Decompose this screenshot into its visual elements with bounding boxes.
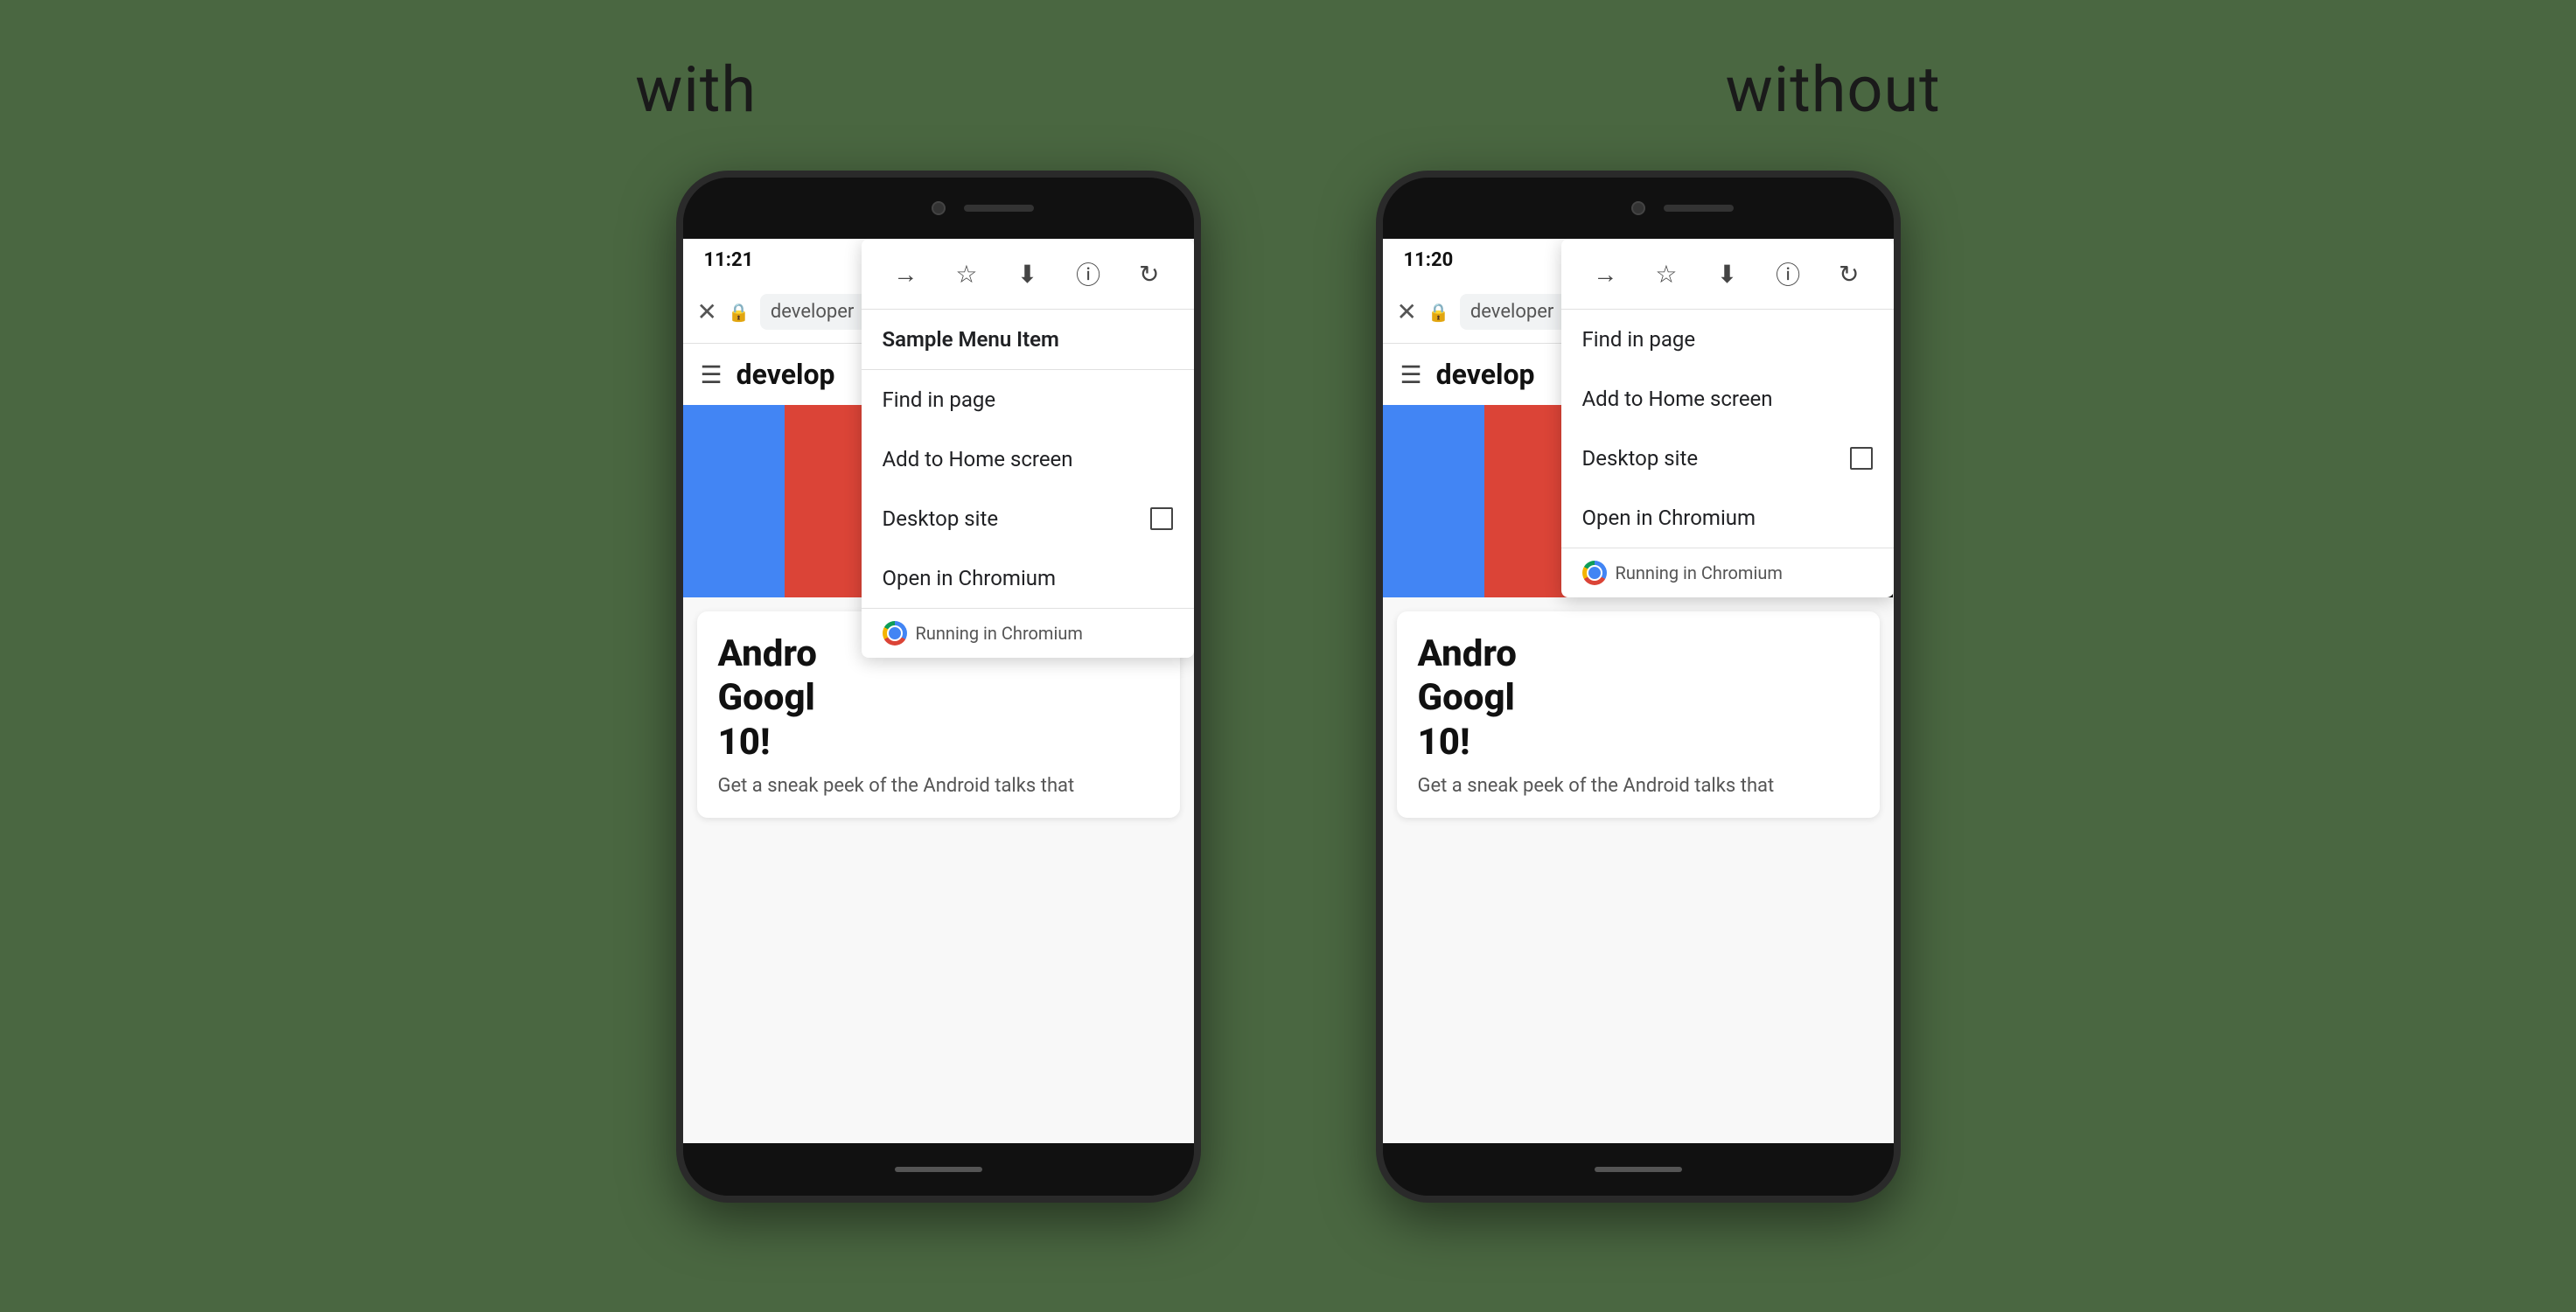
sample-menu-item[interactable]: Sample Menu Item — [862, 310, 1194, 369]
home-indicator-without — [1595, 1167, 1682, 1172]
time-without: 11:20 — [1404, 249, 1454, 271]
running-info-with: Running in Chromium — [862, 608, 1194, 658]
bar-blue-with — [683, 405, 785, 597]
add-to-home-with[interactable]: Add to Home screen — [862, 429, 1194, 489]
find-in-page-with[interactable]: Find in page — [862, 370, 1194, 429]
forward-icon-with[interactable]: → — [886, 255, 925, 293]
article-heading-without: Andro Googl 10! — [1418, 632, 1859, 764]
phone-bottom-with — [683, 1143, 1194, 1196]
open-in-chromium-without[interactable]: Open in Chromium — [1561, 488, 1894, 548]
page-title-without: develop — [1436, 358, 1535, 391]
phone-top-bar-without — [1383, 178, 1894, 239]
speaker-without — [1664, 205, 1734, 212]
with-label: with — [635, 52, 757, 127]
desktop-site-without[interactable]: Desktop site — [1561, 429, 1894, 488]
running-info-without: Running in Chromium — [1561, 548, 1894, 597]
desktop-site-checkbox-with[interactable] — [1150, 507, 1173, 530]
add-to-home-without[interactable]: Add to Home screen — [1561, 369, 1894, 429]
article-sub-with: Get a sneak peek of the Android talks th… — [718, 775, 1159, 797]
without-label: without — [1726, 52, 1941, 127]
side-btn-with — [1197, 484, 1201, 554]
side-btn-orange-with — [1197, 571, 1201, 615]
close-icon-without[interactable]: ✕ — [1397, 297, 1417, 326]
dropdown-without[interactable]: → ☆ ⬇ ⓘ ↻ Find in page Add to Home scree… — [1561, 239, 1894, 597]
side-btn-without — [1897, 484, 1901, 554]
download-icon-with[interactable]: ⬇ — [1008, 255, 1046, 293]
speaker-with — [964, 205, 1034, 212]
download-icon-without[interactable]: ⬇ — [1707, 255, 1746, 293]
desktop-site-with[interactable]: Desktop site — [862, 489, 1194, 548]
camera-with — [932, 201, 946, 215]
article-box-without: Andro Googl 10! Get a sneak peek of the … — [1397, 611, 1880, 818]
time-with: 11:21 — [704, 249, 754, 271]
close-icon-with[interactable]: ✕ — [697, 297, 717, 326]
screen-with: 11:21 ▾ ▊ ▮ ✕ 🔒 developer ☰ develop — [683, 239, 1194, 1143]
hamburger-icon-without[interactable]: ☰ — [1400, 360, 1422, 389]
lock-icon-without: 🔒 — [1428, 302, 1449, 323]
phone-with: 11:21 ▾ ▊ ▮ ✕ 🔒 developer ☰ develop — [676, 171, 1201, 1203]
chromium-icon-without — [1582, 561, 1607, 585]
phone-bottom-without — [1383, 1143, 1894, 1196]
star-icon-without[interactable]: ☆ — [1647, 255, 1686, 293]
dropdown-icons-row-without: → ☆ ⬇ ⓘ ↻ — [1561, 239, 1894, 310]
desktop-site-checkbox-without[interactable] — [1850, 447, 1873, 470]
dropdown-icons-row-with: → ☆ ⬇ ⓘ ↻ — [862, 239, 1194, 310]
phone-top-bar-with — [683, 178, 1194, 239]
open-in-chromium-with[interactable]: Open in Chromium — [862, 548, 1194, 608]
reload-icon-without[interactable]: ↻ — [1830, 255, 1868, 293]
star-icon-with[interactable]: ☆ — [947, 255, 986, 293]
lock-icon-with: 🔒 — [728, 302, 750, 323]
side-btn-orange-without — [1897, 571, 1901, 615]
page-title-with: develop — [736, 358, 835, 391]
info-icon-with[interactable]: ⓘ — [1069, 255, 1107, 293]
info-icon-without[interactable]: ⓘ — [1769, 255, 1807, 293]
phones-container: 11:21 ▾ ▊ ▮ ✕ 🔒 developer ☰ develop — [676, 171, 1901, 1203]
camera-without — [1631, 201, 1645, 215]
reload-icon-with[interactable]: ↻ — [1130, 255, 1169, 293]
chromium-icon-with — [883, 621, 907, 646]
phone-without: 11:20 ▾ ▊ ▮ ✕ 🔒 developer ☰ develop — [1376, 171, 1901, 1203]
hamburger-icon-with[interactable]: ☰ — [701, 360, 723, 389]
forward-icon-without[interactable]: → — [1586, 255, 1624, 293]
screen-without: 11:20 ▾ ▊ ▮ ✕ 🔒 developer ☰ develop — [1383, 239, 1894, 1143]
bar-blue-without — [1383, 405, 1485, 597]
find-in-page-without[interactable]: Find in page — [1561, 310, 1894, 369]
dropdown-with[interactable]: → ☆ ⬇ ⓘ ↻ Sample Menu Item Find in page … — [862, 239, 1194, 658]
article-sub-without: Get a sneak peek of the Android talks th… — [1418, 775, 1859, 797]
home-indicator-with — [895, 1167, 982, 1172]
